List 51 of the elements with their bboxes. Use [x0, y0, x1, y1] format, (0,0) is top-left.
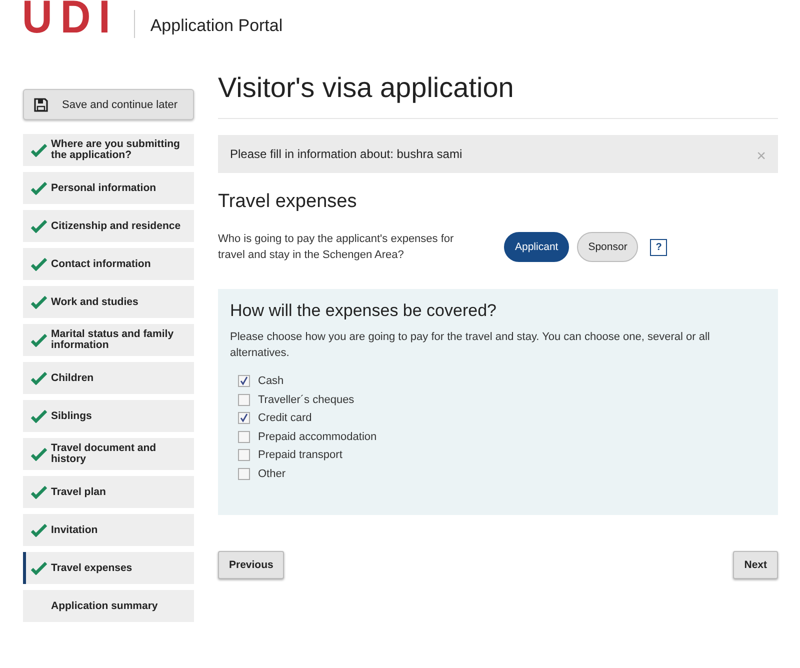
checkmark-icon	[31, 144, 47, 156]
checkbox[interactable]	[238, 375, 250, 387]
step-nav-item[interactable]: Citizenship and residence	[23, 210, 194, 242]
step-nav-item[interactable]: Application summary	[23, 590, 194, 622]
checkbox-label: Credit card	[258, 412, 312, 424]
checkbox-label: Prepaid accommodation	[258, 430, 377, 442]
checkmark-icon	[31, 296, 47, 308]
step-nav-item[interactable]: Work and studies	[23, 286, 194, 318]
step-nav-item[interactable]: Travel expenses	[23, 552, 194, 584]
previous-button[interactable]: Previous	[218, 551, 284, 579]
portal-title: Application Portal	[150, 16, 283, 36]
checkbox-label: Other	[258, 468, 286, 480]
step-nav-item[interactable]: Contact information	[23, 248, 194, 280]
checkbox[interactable]	[238, 394, 250, 406]
step-nav-item[interactable]: Marital status and family information	[23, 324, 194, 356]
checkbox-label: Prepaid transport	[258, 449, 342, 461]
checkbox[interactable]	[238, 412, 250, 424]
checkmark-icon	[31, 562, 47, 574]
checkmark-icon	[31, 486, 47, 498]
checkmark-icon	[31, 524, 47, 536]
panel-title: How will the expenses be covered?	[230, 301, 498, 321]
payer-option[interactable]: Sponsor	[577, 232, 638, 262]
page-title: Visitor's visa application	[218, 72, 778, 119]
payer-option[interactable]: Applicant	[504, 232, 570, 262]
checkmark-icon	[31, 410, 47, 422]
checkmark-icon	[31, 220, 47, 232]
section-title: Travel expenses	[218, 191, 358, 213]
step-nav-item[interactable]: Children	[23, 362, 194, 394]
step-nav-item[interactable]: Personal information	[23, 172, 194, 204]
checkmark-icon	[31, 334, 47, 346]
checkbox[interactable]	[238, 449, 250, 461]
checkbox-label: Cash	[258, 375, 284, 387]
checkbox-label: Traveller´s cheques	[258, 394, 354, 406]
step-nav-item[interactable]: Travel document and history	[23, 438, 194, 470]
step-nav-item[interactable]: Travel plan	[23, 476, 194, 508]
checkmark-icon	[31, 182, 47, 194]
save-button[interactable]: Save and continue later	[23, 89, 194, 120]
step-nav-item[interactable]: Invitation	[23, 514, 194, 546]
question-label: Who is going to pay the applicant's expenses for travel and stay in the Schengen Area?	[218, 232, 455, 263]
help-button[interactable]: ?	[650, 238, 668, 256]
panel-description: Please choose how you are going to pay for the travel and stay. You can choose one, several or all alternatives.	[230, 330, 711, 361]
next-button[interactable]: Next	[733, 551, 778, 579]
checkbox[interactable]	[238, 430, 250, 442]
checkmark-icon	[31, 448, 47, 460]
logo[interactable]: UDI	[22, 0, 118, 38]
checkmark-icon	[31, 258, 47, 270]
step-nav-item[interactable]: Where are you submitting the application?	[23, 134, 194, 166]
checkmark-icon	[31, 372, 47, 384]
notice-text: Please fill in information about: bushra sami	[230, 147, 462, 161]
step-nav-item[interactable]: Siblings	[23, 400, 194, 432]
checkbox[interactable]	[238, 468, 250, 480]
